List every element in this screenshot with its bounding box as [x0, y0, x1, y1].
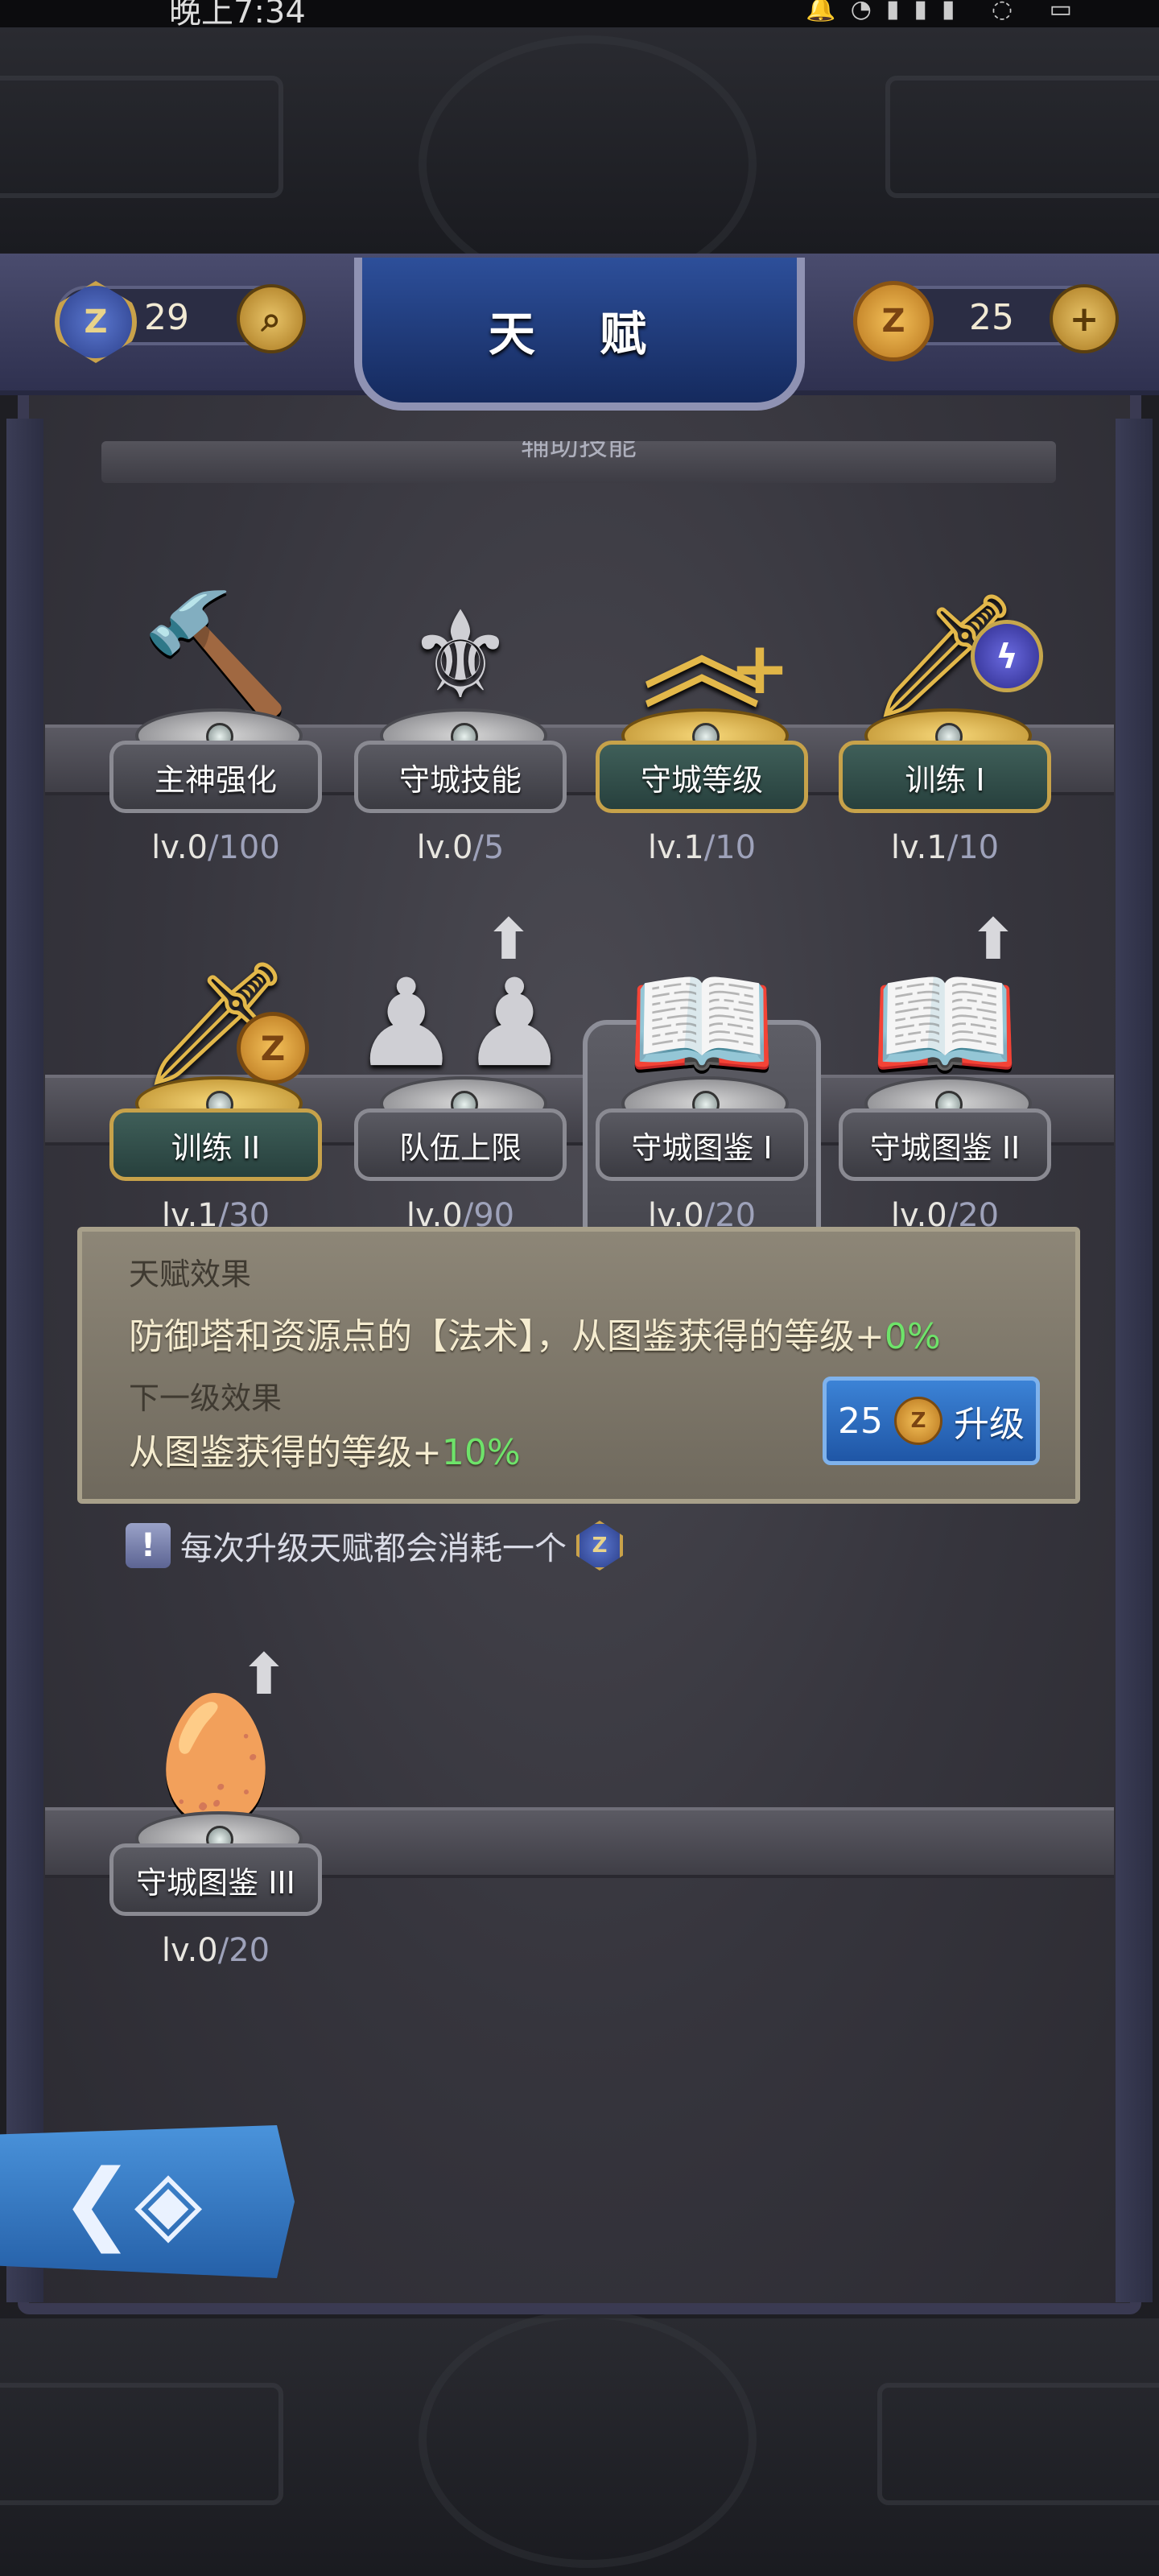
- right-pillar: [1116, 419, 1153, 2302]
- coin-counter: Z 25 +: [853, 281, 1119, 361]
- section-header: 辅助技能: [101, 441, 1056, 483]
- status-bar: 晚上7:34 🔔◔▮▮▮ ◌ ▭: [0, 0, 1159, 31]
- upgrade-cost-notice: ! 每次升级天赋都会消耗一个 Z: [126, 1521, 623, 1571]
- talent-level-max: /10: [703, 829, 757, 866]
- decor-plate: [885, 76, 1159, 198]
- talent-node-codex-2[interactable]: 📖 ⬆ 守城图鉴 II lv.0/20: [832, 899, 1058, 1253]
- talent-node-defense-level[interactable]: ︽ + 守城等级 lv.1/10: [589, 531, 815, 886]
- bottom-decor-band: [0, 2310, 1159, 2576]
- talent-name: 守城等级: [640, 762, 763, 798]
- back-button[interactable]: ❮◈: [0, 2125, 295, 2278]
- talent-node-codex-1-selected[interactable]: 📖 守城图鉴 I lv.0/20: [583, 899, 821, 1310]
- arrow-up-icon: ⬆: [485, 906, 533, 972]
- talent-level-current: lv.0: [416, 829, 473, 866]
- search-icon: ⌕: [261, 298, 282, 340]
- talent-node-team-limit[interactable]: ♟♟ ⬆ 队伍上限 lv.0/90: [348, 899, 573, 1253]
- trident-crest-icon: ⚜: [406, 586, 515, 726]
- talent-name: 守城图鉴 I: [631, 1129, 773, 1166]
- talent-level-current: lv.1: [647, 829, 704, 866]
- talent-level-max: /20: [217, 1932, 270, 1969]
- decor-plate: [877, 2383, 1159, 2505]
- talent-level-current: lv.0: [151, 829, 208, 866]
- effect-description: 防御塔和资源点的【法术】，从图鉴获得的等级+: [129, 1316, 885, 1357]
- decor-plate: [0, 2383, 283, 2505]
- talent-name: 队伍上限: [398, 1129, 522, 1166]
- talent-medal-icon: Z: [576, 1521, 623, 1571]
- back-emblem-icon: ❮◈: [60, 2150, 203, 2253]
- talent-name: 守城图鉴 II: [869, 1129, 1021, 1166]
- talent-level-current: lv.0: [161, 1932, 218, 1969]
- talent-nameplate: 队伍上限: [354, 1108, 567, 1181]
- coin-icon: Z: [894, 1397, 942, 1445]
- talent-nameplate: 守城技能: [354, 741, 567, 813]
- hammer-icon: 🔨: [140, 586, 291, 726]
- talent-name: 训练 I: [905, 762, 985, 798]
- talent-level: lv.1/10: [589, 829, 815, 866]
- talent-nameplate: 守城等级: [596, 741, 808, 813]
- talent-node-defense-skill[interactable]: ⚜ 守城技能 lv.0/5: [348, 531, 573, 886]
- plus-badge-icon: +: [729, 625, 790, 711]
- effect-label: 天赋效果: [129, 1257, 252, 1292]
- talent-nameplate: 守城图鉴 III: [109, 1843, 322, 1916]
- talent-name: 守城技能: [398, 762, 522, 798]
- next-level-description: 从图鉴获得的等级+: [129, 1432, 442, 1473]
- search-button[interactable]: ⌕: [237, 284, 306, 353]
- talent-node-codex-3[interactable]: 🥚 ⬆ 守城图鉴 III lv.0/20: [103, 1634, 328, 1988]
- upgrade-label: 升级: [954, 1404, 1025, 1445]
- talent-nameplate: 守城图鉴 II: [839, 1108, 1051, 1181]
- talent-level: lv.0/100: [103, 829, 328, 866]
- arrow-up-icon: ⬆: [969, 906, 1017, 972]
- upgrade-cost: 25: [838, 1400, 883, 1442]
- decor-emblem: [419, 2310, 757, 2568]
- left-pillar: [6, 419, 43, 2302]
- talent-node-main-god[interactable]: 🔨 主神强化 lv.0/100: [103, 531, 328, 886]
- decor-plate: [0, 76, 283, 198]
- talent-effect-panel: 天赋效果 防御塔和资源点的【法术】，从图鉴获得的等级+0% 下一级效果 从图鉴获…: [77, 1227, 1080, 1504]
- arrow-up-icon: ⬆: [240, 1641, 288, 1707]
- status-icons: 🔔◔▮▮▮ ◌ ▭: [806, 0, 1087, 23]
- coin-value: 25: [969, 297, 1014, 338]
- exclamation-icon: !: [126, 1523, 171, 1568]
- talent-level-current: lv.1: [890, 829, 947, 866]
- talent-nameplate: 训练 I: [839, 741, 1051, 813]
- talent-points-value: 29: [144, 297, 189, 338]
- coin-icon: Z: [853, 281, 934, 361]
- section-label: 辅助技能: [520, 441, 637, 462]
- add-coins-button[interactable]: +: [1050, 284, 1119, 353]
- notice-text: 每次升级天赋都会消耗一个: [180, 1530, 567, 1567]
- talent-level-max: /10: [947, 829, 1000, 866]
- effect-text: 防御塔和资源点的【法术】，从图鉴获得的等级+0%: [129, 1307, 941, 1359]
- talent-nameplate: 守城图鉴 I: [596, 1108, 808, 1181]
- talent-level: lv.1/10: [832, 829, 1058, 866]
- talent-node-training-1[interactable]: 🗡 ϟ 训练 I lv.1/10: [832, 531, 1058, 886]
- next-level-text: 从图鉴获得的等级+10%: [129, 1423, 521, 1475]
- talent-level-max: /100: [208, 829, 280, 866]
- effect-value: 0%: [884, 1316, 941, 1357]
- talent-name: 主神强化: [154, 762, 277, 798]
- talent-name: 守城图鉴 III: [136, 1864, 295, 1901]
- plus-icon: +: [1069, 298, 1099, 340]
- talent-nameplate: 主神强化: [109, 741, 322, 813]
- top-decor-band: [0, 27, 1159, 293]
- book-shield-icon: 📖: [626, 954, 777, 1094]
- coin-badge-icon: Z: [237, 1012, 309, 1084]
- talent-level: lv.0/20: [103, 1932, 328, 1969]
- page-title: 天 赋: [488, 307, 671, 361]
- upgrade-button[interactable]: 25 Z 升级: [823, 1377, 1040, 1465]
- talent-level: lv.0/5: [348, 829, 573, 866]
- talent-level-max: /5: [472, 829, 505, 866]
- talent-nameplate: 训练 II: [109, 1108, 322, 1181]
- talent-points-counter: Z 29 ⌕: [55, 281, 306, 363]
- title-plaque: 天 赋: [354, 258, 805, 411]
- next-level-value: 10%: [441, 1432, 521, 1473]
- talent-name: 训练 II: [171, 1129, 261, 1166]
- next-level-label: 下一级效果: [129, 1381, 283, 1416]
- bolt-badge-icon: ϟ: [971, 620, 1043, 692]
- talent-node-training-2[interactable]: 🗡 Z 训练 II lv.1/30: [103, 899, 328, 1253]
